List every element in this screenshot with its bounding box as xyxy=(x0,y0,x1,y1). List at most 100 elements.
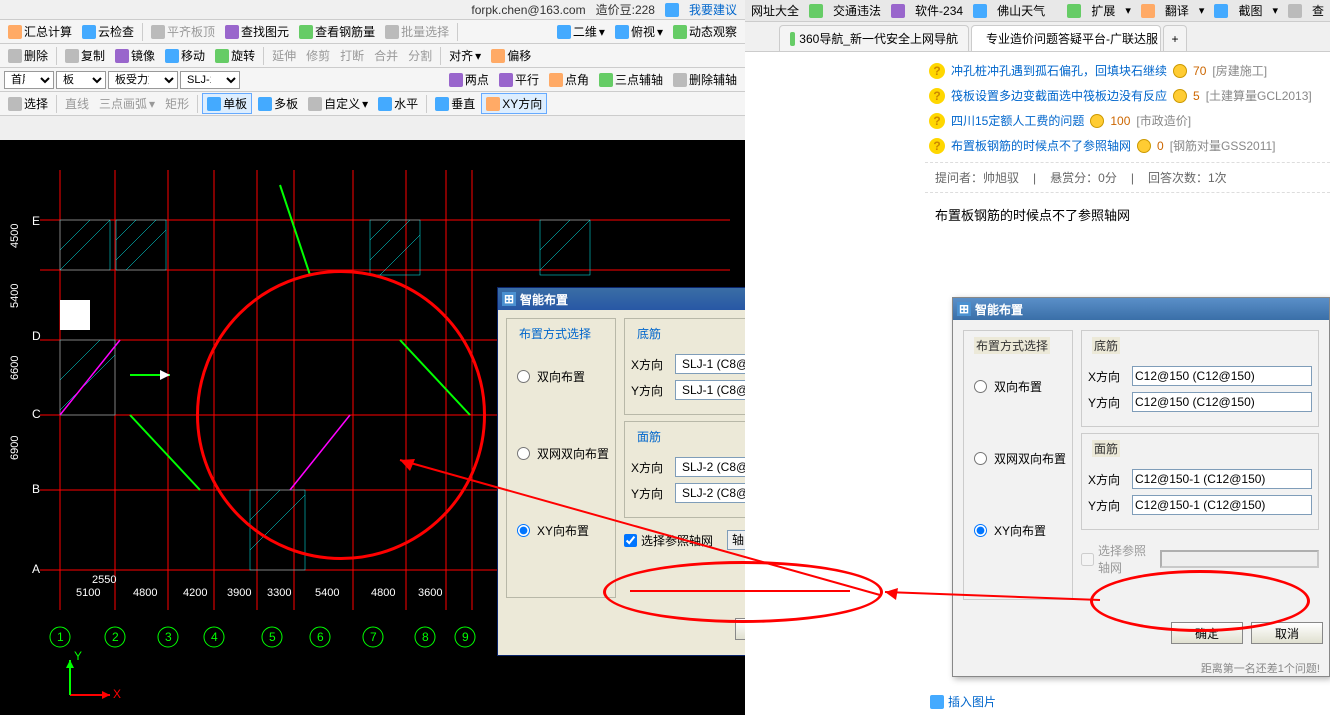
arc-button[interactable]: 三点画弧 ▾ xyxy=(95,94,159,113)
pt-angle-button[interactable]: 点角 xyxy=(545,70,593,89)
dialog-titlebar-2[interactable]: ⊞ 智能布置 xyxy=(953,298,1329,320)
two-pts-button[interactable]: 两点 xyxy=(445,70,493,89)
delete-icon xyxy=(8,49,22,63)
single-board-button[interactable]: 单板 xyxy=(202,93,252,114)
svg-text:B: B xyxy=(32,482,40,496)
top-x-input-2[interactable] xyxy=(1132,469,1312,489)
qa-link[interactable]: 布置板钢筋的时候点不了参照轴网 xyxy=(951,137,1131,154)
svg-text:C: C xyxy=(32,407,41,421)
svg-text:9: 9 xyxy=(462,630,469,644)
ref-axis-checkbox-2 xyxy=(1081,553,1094,566)
new-tab-button[interactable]: + xyxy=(1163,25,1187,51)
move-button[interactable]: 移动 xyxy=(161,46,209,65)
radio-double-net[interactable]: 双网双向布置 xyxy=(513,445,609,462)
del-aux-button[interactable]: 删除辅轴 xyxy=(669,70,741,89)
radio-bidir[interactable]: 双向布置 xyxy=(513,368,609,385)
bottom-x-input-2[interactable] xyxy=(1132,366,1312,386)
ok-button-2[interactable]: 确定 xyxy=(1171,622,1243,644)
extend-button[interactable]: 延伸 xyxy=(268,46,300,65)
soft-icon xyxy=(891,4,905,18)
insert-picture-button[interactable]: 插入图片 xyxy=(930,693,996,710)
axis-bubbles: 1 2 3 4 5 6 7 8 9 xyxy=(50,627,475,647)
orbit-button[interactable]: 动态观察 xyxy=(669,22,741,41)
rotate-button[interactable]: 旋转 xyxy=(211,46,259,65)
view-2d-button[interactable]: 二维 ▾ xyxy=(553,22,609,41)
bottom-y-input-2[interactable] xyxy=(1132,392,1312,412)
break-button[interactable]: 打断 xyxy=(336,46,368,65)
find-icon xyxy=(225,25,239,39)
vert-button[interactable]: 垂直 xyxy=(431,94,479,113)
bookmark-bar: 网址大全 交通违法 软件-234 佛山天气 扩展 ▾ 翻译 ▾ 截图 ▾ 查 xyxy=(745,0,1330,22)
coin-icon xyxy=(1173,64,1187,78)
app-topbar: forpk.chen@163.com 造价豆:228 我要建议 xyxy=(0,0,745,20)
svg-text:4500: 4500 xyxy=(9,224,21,248)
batch-select-button[interactable]: 批量选择 xyxy=(381,22,453,41)
rect-button[interactable]: 矩形 xyxy=(161,94,193,113)
qa-link[interactable]: 筏板设置多边变截面选中筏板边没有反应 xyxy=(951,87,1167,104)
svg-text:6600: 6600 xyxy=(9,356,21,380)
multi-board-button[interactable]: 多板 xyxy=(254,94,302,113)
code-select[interactable]: SLJ-1 xyxy=(180,71,240,89)
split-button[interactable]: 分割 xyxy=(404,46,436,65)
mirror-button[interactable]: 镜像 xyxy=(111,46,159,65)
translate-icon xyxy=(1141,4,1155,18)
multi-icon xyxy=(258,97,272,111)
line-button[interactable]: 直线 xyxy=(61,94,93,113)
floor-select[interactable]: 首层 xyxy=(4,71,54,89)
parallel-button[interactable]: 平行 xyxy=(495,70,543,89)
type1-select[interactable]: 板 xyxy=(56,71,106,89)
steel-qty-button[interactable]: 查看钢筋量 xyxy=(295,22,379,41)
qa-row: ? 四川15定额人工费的问题 100 [市政造价] xyxy=(745,108,1330,133)
mirror-icon xyxy=(115,49,129,63)
tab-360[interactable]: 360导航_新一代安全上网导航 xyxy=(779,25,969,51)
top-y-input-2[interactable] xyxy=(1132,495,1312,515)
weather-icon xyxy=(973,4,987,18)
coin-icon xyxy=(1173,89,1187,103)
select-icon xyxy=(8,97,22,111)
coin-icon xyxy=(1137,139,1151,153)
offset-button[interactable]: 偏移 xyxy=(487,46,535,65)
flush-top-button[interactable]: 平齐板顶 xyxy=(147,22,219,41)
ref-axis-checkbox[interactable] xyxy=(624,534,637,547)
svg-text:6: 6 xyxy=(317,630,324,644)
picture-icon xyxy=(930,695,944,709)
svg-text:1: 1 xyxy=(57,630,64,644)
svg-text:5: 5 xyxy=(269,630,276,644)
radio-xy-2[interactable]: XY向布置 xyxy=(970,522,1066,539)
svg-text:4: 4 xyxy=(211,630,218,644)
cancel-button-2[interactable]: 取消 xyxy=(1251,622,1323,644)
offset-icon xyxy=(491,49,505,63)
single-icon xyxy=(207,97,221,111)
question-icon: ? xyxy=(929,88,945,104)
select-button[interactable]: 选择 xyxy=(4,94,52,113)
svg-text:4800: 4800 xyxy=(133,587,157,599)
threepts-icon xyxy=(599,73,613,87)
capture-icon xyxy=(1214,4,1228,18)
radio-double-net-2[interactable]: 双网双向布置 xyxy=(970,450,1066,467)
sum-calc-button[interactable]: 汇总计算 xyxy=(4,22,76,41)
trim-button[interactable]: 修剪 xyxy=(302,46,334,65)
bell-icon[interactable] xyxy=(665,3,679,17)
type2-select[interactable]: 板受力筋 xyxy=(108,71,178,89)
top-view-button[interactable]: 俯视 ▾ xyxy=(611,22,667,41)
radio-xy[interactable]: XY向布置 xyxy=(513,522,609,539)
delete-button[interactable]: 删除 xyxy=(4,46,52,65)
merge-button[interactable]: 合并 xyxy=(370,46,402,65)
three-pts-button[interactable]: 三点辅轴 xyxy=(595,70,667,89)
tab-glodon[interactable]: 专业造价问题答疑平台-广联达服✕ xyxy=(971,25,1161,51)
horiz-button[interactable]: 水平 xyxy=(374,94,422,113)
cloud-check-button[interactable]: 云检查 xyxy=(78,22,138,41)
xy-dir-button[interactable]: XY方向 xyxy=(481,93,547,114)
copy-button[interactable]: 复制 xyxy=(61,46,109,65)
radio-bidir-2[interactable]: 双向布置 xyxy=(970,378,1066,395)
align-button[interactable]: 对齐 ▾ xyxy=(445,46,485,65)
question-icon: ? xyxy=(929,138,945,154)
custom-button[interactable]: 自定义 ▾ xyxy=(304,94,372,113)
qa-link[interactable]: 四川15定额人工费的问题 xyxy=(951,112,1084,129)
bookmark-item[interactable]: 网址大全 xyxy=(751,2,799,19)
qa-link[interactable]: 冲孔桩冲孔遇到孤石偏孔，回填块石继续 xyxy=(951,62,1167,79)
svg-text:4800: 4800 xyxy=(371,587,395,599)
footer-note: 距离第一名还差1个问题! xyxy=(1201,660,1320,676)
suggest-link[interactable]: 我要建议 xyxy=(689,1,737,18)
find-elem-button[interactable]: 查找图元 xyxy=(221,22,293,41)
